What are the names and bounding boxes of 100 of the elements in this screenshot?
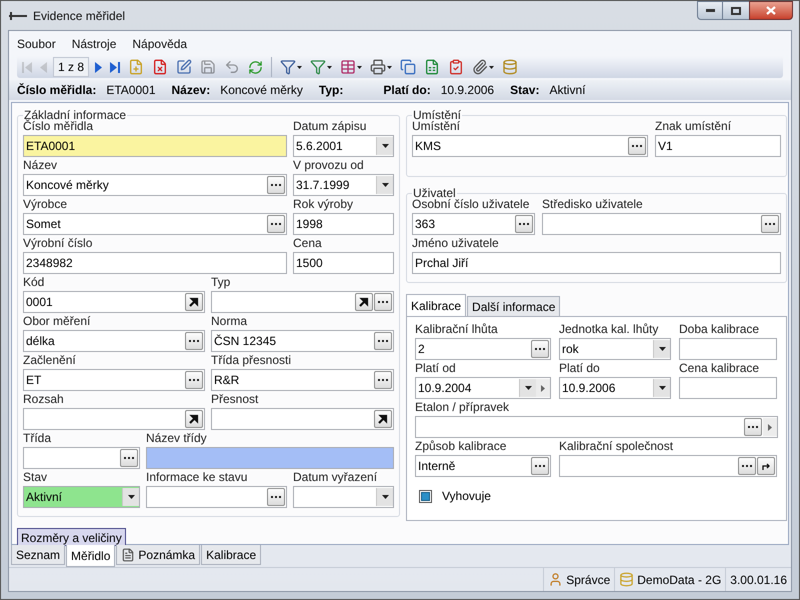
ellipsis-button[interactable]	[531, 340, 549, 358]
ellipsis-button[interactable]	[761, 215, 779, 233]
window-title: Evidence měřidel	[33, 8, 126, 24]
ellipsis-button[interactable]	[185, 332, 203, 350]
input-field[interactable]	[211, 408, 394, 430]
input-field[interactable]	[23, 447, 140, 469]
input-field[interactable]: 5.6.2001	[293, 135, 394, 157]
ellipsis-button[interactable]	[374, 293, 392, 311]
input-field[interactable]: 31.7.1999	[293, 174, 394, 196]
input-field[interactable]: rok	[559, 338, 671, 360]
input-field[interactable]	[146, 486, 287, 508]
input-field[interactable]: ČSN 12345	[211, 330, 394, 352]
field-label: Rozsah	[23, 391, 65, 408]
undo-icon	[224, 59, 240, 75]
ellipsis-button[interactable]	[185, 371, 203, 389]
menu-item[interactable]: Nástroje	[72, 34, 116, 52]
toolbar-button[interactable]	[398, 57, 418, 77]
ellipsis-icon	[765, 222, 775, 226]
input-field[interactable]: 1500	[293, 252, 394, 274]
dimensions-button[interactable]: Rozměry a veličiny	[17, 528, 126, 546]
dropdown-button[interactable]	[653, 340, 670, 358]
dropdown-button[interactable]	[122, 488, 139, 506]
tab[interactable]: Další informace	[467, 296, 560, 316]
ellipsis-button[interactable]	[531, 457, 549, 475]
database-export-icon	[502, 59, 518, 75]
ellipsis-icon	[535, 348, 545, 350]
input-field[interactable]	[293, 486, 394, 508]
field-label: Doba kalibrace	[679, 321, 760, 338]
input-field[interactable]: 10.9.2004	[415, 377, 551, 399]
field-label: Platí od	[415, 360, 457, 377]
input-field[interactable]: 10.9.2006	[559, 377, 671, 399]
refresh-button[interactable]	[757, 457, 775, 475]
input-field[interactable]	[146, 447, 394, 469]
menu-item[interactable]: Nápověda	[132, 34, 188, 52]
ellipsis-icon	[189, 378, 199, 382]
input-field[interactable]: délka	[23, 330, 205, 352]
input-field[interactable]: Aktivní	[23, 486, 140, 508]
input-field[interactable]	[679, 377, 777, 399]
ellipsis-button[interactable]	[267, 488, 285, 506]
jump-button[interactable]	[185, 410, 203, 428]
input-field[interactable]	[415, 416, 778, 438]
tab[interactable]: Poznámka	[116, 545, 200, 565]
tab[interactable]: Kalibrace	[406, 294, 466, 316]
dropdown-button[interactable]	[519, 379, 536, 397]
input-field[interactable]: 0001	[23, 291, 205, 313]
minimize-button[interactable]	[697, 1, 723, 20]
input-field[interactable]: Somet	[23, 213, 287, 235]
expand-button[interactable]	[763, 418, 777, 436]
ellipsis-button[interactable]	[374, 332, 392, 350]
input-field[interactable]: 363	[412, 213, 535, 235]
input-field[interactable]: ETA0001	[23, 135, 287, 157]
input-field[interactable]	[542, 213, 781, 235]
tab[interactable]: Měřidlo	[66, 545, 116, 567]
ellipsis-button[interactable]	[120, 449, 138, 467]
status-text: DemoData - 2G	[637, 572, 722, 588]
field-label: Etalon / přípravek	[415, 399, 510, 416]
ellipsis-button[interactable]	[374, 371, 392, 389]
ellipsis-button[interactable]	[744, 418, 762, 436]
input-field[interactable]: 1998	[293, 213, 394, 235]
ellipsis-button[interactable]	[267, 215, 285, 233]
input-field[interactable]: KMS	[412, 135, 648, 157]
expand-button[interactable]	[536, 379, 550, 397]
toolbar-button[interactable]	[368, 57, 394, 77]
input-field[interactable]: ET	[23, 369, 205, 391]
input-field[interactable]: Interně	[415, 455, 551, 477]
dropdown-button[interactable]	[376, 137, 393, 155]
ellipsis-icon	[632, 144, 642, 148]
field-label: Středisko uživatele	[542, 196, 644, 213]
input-field[interactable]	[559, 455, 777, 477]
dropdown-button[interactable]	[376, 176, 393, 194]
ellipsis-button[interactable]	[738, 457, 756, 475]
jump-button[interactable]	[185, 293, 203, 311]
info-value: Koncové měrky	[220, 82, 303, 99]
jump-button[interactable]	[355, 293, 373, 311]
input-field[interactable]: 2348982	[23, 252, 287, 274]
group-title: Umístění	[412, 109, 462, 122]
field-label: Rok výroby	[293, 196, 354, 213]
input-field[interactable]	[23, 408, 205, 430]
jump-button[interactable]	[374, 410, 392, 428]
input-field[interactable]: Prchal Jiří	[412, 252, 781, 274]
ellipsis-button[interactable]	[628, 137, 646, 155]
input-field[interactable]: 2	[415, 338, 551, 360]
tab[interactable]: Seznam	[11, 545, 66, 565]
input-field[interactable]: R&R	[211, 369, 394, 391]
caret-icon	[128, 495, 134, 499]
close-button[interactable]	[749, 1, 793, 20]
input-field[interactable]	[211, 291, 394, 313]
dropdown-button[interactable]	[653, 379, 670, 397]
spreadsheet-icon	[424, 59, 440, 75]
maximize-button[interactable]	[723, 1, 749, 20]
tab[interactable]: Kalibrace	[201, 545, 262, 565]
input-field[interactable]: V1	[655, 135, 781, 157]
input-field[interactable]	[679, 338, 777, 360]
ellipsis-button[interactable]	[267, 176, 285, 194]
ellipsis-button[interactable]	[515, 215, 533, 233]
checkbox[interactable]	[419, 490, 432, 502]
field-label: Stav	[23, 469, 48, 486]
dropdown-button[interactable]	[376, 488, 393, 506]
input-field[interactable]: Koncové měrky	[23, 174, 287, 196]
menu-item[interactable]: Soubor	[17, 34, 56, 52]
